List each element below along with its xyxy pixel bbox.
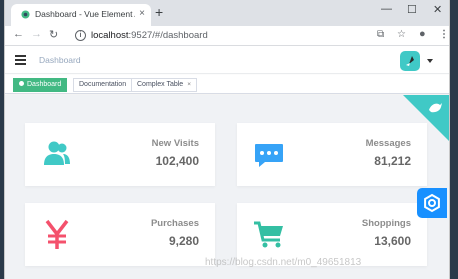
forward-arrow-icon[interactable]: →	[31, 28, 42, 40]
info-icon[interactable]: i	[75, 30, 86, 41]
active-dot-icon	[19, 81, 24, 86]
browser-tab-title: Dashboard - Vue Element Adr	[35, 9, 135, 19]
card-purchases[interactable]: Purchases 9,280	[25, 203, 215, 266]
translate-icon[interactable]: ⧉	[377, 29, 384, 40]
shopping-icon	[254, 221, 283, 248]
new-tab-button[interactable]: +	[155, 5, 163, 19]
browser-window: Dashboard - Vue Element Adr × + — ☐ ✕ ← …	[4, 0, 450, 279]
back-arrow-icon[interactable]: ←	[13, 28, 24, 40]
url-text: localhost:9527/#/dashboard	[91, 30, 208, 41]
avatar-image-icon	[406, 56, 414, 66]
app-navbar: Dashboard	[5, 47, 449, 74]
card-label: New Visits	[151, 138, 199, 149]
bookmark-star-icon[interactable]: ☆	[397, 29, 406, 40]
card-value: 13,600	[374, 234, 411, 248]
card-value: 102,400	[155, 154, 199, 168]
tags-view: Dashboard Documentation Complex Table ×	[5, 75, 449, 94]
tab-close-icon[interactable]: ×	[139, 8, 145, 19]
close-window-button[interactable]: ✕	[433, 3, 442, 16]
gear-icon	[424, 193, 440, 213]
github-octocat-icon	[429, 103, 442, 113]
card-value: 81,212	[374, 154, 411, 168]
watermark: https://blog.csdn.net/m0_49651813	[205, 257, 362, 268]
tag-complex-table[interactable]: Complex Table ×	[131, 78, 197, 92]
profile-icon[interactable]: ●	[419, 28, 426, 40]
tag-close-icon[interactable]: ×	[187, 81, 191, 88]
right-edge	[450, 0, 458, 279]
card-value: 9,280	[168, 234, 199, 248]
hamburger-icon[interactable]	[15, 55, 26, 65]
dashboard-main: New Visits 102,400 Messages 81,212 Purch…	[5, 95, 449, 279]
menu-dots-icon[interactable]: ⋮	[439, 29, 449, 40]
card-label: Messages	[365, 138, 411, 149]
tag-dashboard[interactable]: Dashboard	[13, 78, 68, 92]
people-icon	[44, 141, 70, 165]
card-new-visits[interactable]: New Visits 102,400	[25, 123, 215, 186]
address-bar[interactable]: i localhost:9527/#/dashboard	[69, 27, 381, 45]
avatar[interactable]	[400, 51, 420, 71]
money-icon	[45, 219, 69, 249]
message-icon	[255, 144, 283, 167]
settings-button[interactable]	[417, 188, 447, 218]
browser-tab[interactable]: Dashboard - Vue Element Adr ×	[11, 4, 151, 26]
caret-down-icon[interactable]	[427, 59, 433, 63]
card-label: Shoppings	[361, 218, 411, 229]
maximize-button[interactable]: ☐	[407, 3, 417, 16]
minimize-button[interactable]: —	[381, 3, 392, 15]
card-messages[interactable]: Messages 81,212	[237, 123, 427, 186]
reload-icon[interactable]: ↻	[49, 28, 58, 41]
card-label: Purchases	[150, 218, 199, 229]
browser-tabstrip: Dashboard - Vue Element Adr × + — ☐ ✕	[5, 0, 449, 26]
breadcrumb[interactable]: Dashboard	[39, 55, 81, 65]
vue-favicon-icon	[21, 10, 30, 19]
tag-documentation[interactable]: Documentation	[73, 78, 133, 92]
browser-toolbar: ← → ↻ i localhost:9527/#/dashboard ⧉ ☆ ●…	[5, 26, 449, 46]
